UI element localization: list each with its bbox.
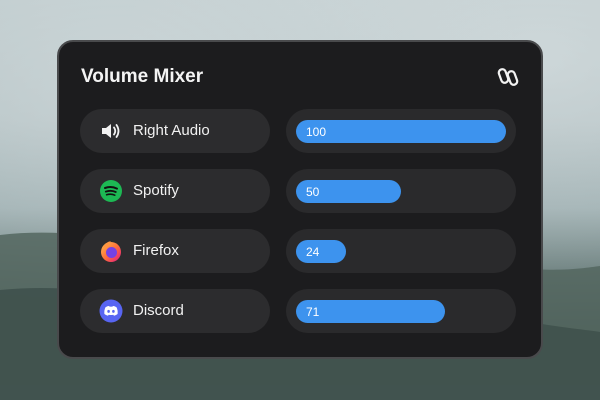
volume-value: 71 [306,305,320,319]
volume-value: 24 [306,245,320,259]
app-row-firefox: Firefox [80,229,270,273]
app-row-spotify: Spotify [80,169,270,213]
volume-fill: 24 [296,240,346,263]
discord-icon [99,299,123,323]
link-icon [497,68,519,86]
spotify-icon [99,179,123,203]
volume-slider-spotify[interactable]: 50 [286,169,516,213]
volume-fill: 50 [296,180,401,203]
speaker-icon [99,119,123,143]
app-row-right-audio: Right Audio [80,109,270,153]
volume-fill: 71 [296,300,445,323]
app-row-discord: Discord [80,289,270,333]
firefox-icon [99,239,123,263]
volume-fill: 100 [296,120,506,143]
app-label: Discord [133,302,184,319]
volume-mixer-panel: Volume Mixer Right Audio 100 Spotify 50 … [57,40,543,359]
volume-slider-right-audio[interactable]: 100 [286,109,516,153]
app-label: Right Audio [133,122,210,139]
volume-slider-firefox[interactable]: 24 [286,229,516,273]
app-label: Spotify [133,182,179,199]
app-label: Firefox [133,242,179,259]
volume-value: 100 [306,125,327,139]
volume-value: 50 [306,185,320,199]
volume-slider-discord[interactable]: 71 [286,289,516,333]
panel-title: Volume Mixer [81,66,204,87]
link-button[interactable] [497,66,519,88]
